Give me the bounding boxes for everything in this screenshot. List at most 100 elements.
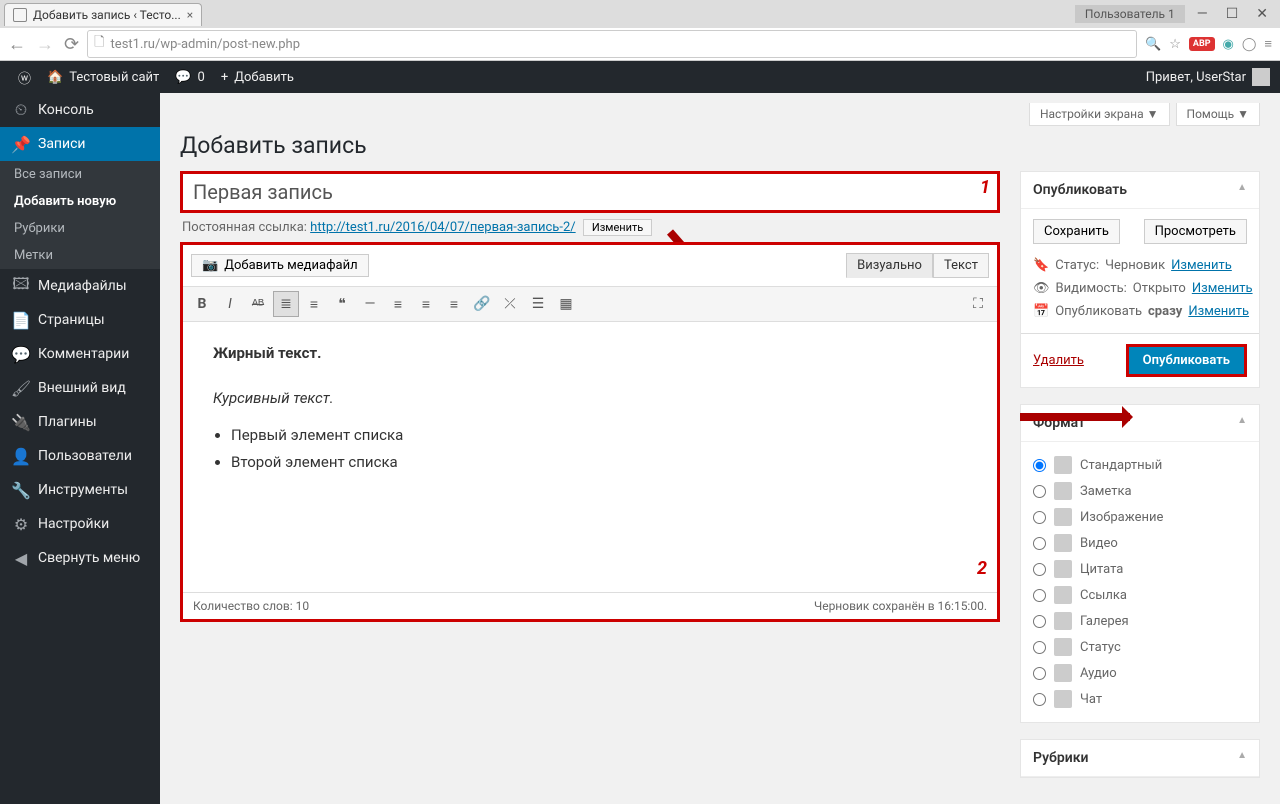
unlink-button[interactable]: ⤫ (497, 291, 523, 317)
reload-icon[interactable]: ⟳ (64, 34, 79, 55)
link-button[interactable]: 🔗 (469, 291, 495, 317)
menu-appearance[interactable]: 🖌Внешний вид (0, 371, 160, 405)
format-radio[interactable] (1033, 615, 1046, 628)
menu-icon[interactable]: ≡ (1264, 36, 1272, 52)
wordpress-icon: ⓦ (18, 68, 31, 87)
profile-icon[interactable]: ◯ (1242, 37, 1257, 52)
avatar[interactable] (1252, 68, 1270, 86)
back-icon[interactable]: ← (8, 34, 26, 55)
browser-tab[interactable]: Добавить запись ‹ Тесто... × (4, 3, 202, 26)
format-icon (1054, 508, 1072, 526)
align-center-button[interactable]: ≡ (413, 291, 439, 317)
minimize-icon[interactable]: — (1197, 6, 1208, 22)
align-right-button[interactable]: ≡ (441, 291, 467, 317)
close-icon[interactable]: × (187, 8, 193, 22)
user-badge[interactable]: Пользователь 1 (1075, 5, 1185, 23)
submenu-tags[interactable]: Метки (0, 242, 160, 269)
site-name-link[interactable]: 🏠Тестовый сайт (39, 70, 167, 85)
edit-schedule-link[interactable]: Изменить (1188, 304, 1249, 319)
format-option-1[interactable]: Заметка (1033, 478, 1247, 504)
format-radio[interactable] (1033, 589, 1046, 602)
menu-dashboard[interactable]: ⏲Консоль (0, 93, 160, 127)
menu-plugins[interactable]: 🔌Плагины (0, 405, 160, 439)
tab-text[interactable]: Текст (933, 253, 989, 278)
menu-settings[interactable]: ⚙Настройки (0, 507, 160, 541)
strike-button[interactable]: ᴬᴮ (245, 291, 271, 317)
submenu-all-posts[interactable]: Все записи (0, 161, 160, 188)
format-icon (1054, 586, 1072, 604)
publish-button[interactable]: Опубликовать (1126, 344, 1247, 377)
menu-comments[interactable]: 💬Комментарии (0, 337, 160, 371)
format-radio[interactable] (1033, 459, 1046, 472)
submenu-add-new[interactable]: Добавить новую (0, 188, 160, 215)
quote-button[interactable]: ❝ (329, 291, 355, 317)
menu-tools[interactable]: 🔧Инструменты (0, 473, 160, 507)
format-radio[interactable] (1033, 563, 1046, 576)
tools-icon: 🔧 (12, 481, 30, 499)
star-icon[interactable]: ☆ (1169, 37, 1181, 52)
comments-link[interactable]: 💬0 (167, 70, 213, 85)
edit-visibility-link[interactable]: Изменить (1192, 281, 1253, 296)
preview-button[interactable]: Просмотреть (1144, 219, 1247, 244)
close-window-icon[interactable]: ✕ (1256, 6, 1268, 22)
menu-media[interactable]: 🖾Медиафайлы (0, 269, 160, 303)
editor-content[interactable]: Жирный текст. Курсивный текст. Первый эл… (183, 322, 997, 592)
tab-visual[interactable]: Визуально (846, 253, 933, 278)
bold-button[interactable]: B (189, 291, 215, 317)
help-button[interactable]: Помощь ▼ (1176, 103, 1260, 126)
forward-icon[interactable]: → (36, 34, 54, 55)
align-left-button[interactable]: ≡ (385, 291, 411, 317)
chevron-up-icon[interactable]: ▲ (1237, 415, 1247, 431)
greeting[interactable]: Привет, UserStar (1146, 70, 1246, 85)
wp-logo[interactable]: ⓦ (10, 68, 39, 87)
zoom-icon[interactable]: 🔍 (1145, 37, 1161, 52)
format-radio[interactable] (1033, 485, 1046, 498)
delete-link[interactable]: Удалить (1033, 353, 1084, 368)
wp-adminbar: ⓦ 🏠Тестовый сайт 💬0 +Добавить Привет, Us… (0, 61, 1280, 93)
menu-users[interactable]: 👤Пользователи (0, 439, 160, 473)
format-radio[interactable] (1033, 667, 1046, 680)
menu-pages[interactable]: 📄Страницы (0, 303, 160, 337)
menu-collapse[interactable]: ◀Свернуть меню (0, 541, 160, 575)
format-radio[interactable] (1033, 511, 1046, 524)
more-button[interactable]: ☰ (525, 291, 551, 317)
abp-icon[interactable]: ABP (1189, 37, 1215, 51)
word-count: Количество слов: 10 (193, 599, 309, 613)
format-option-5[interactable]: Ссылка (1033, 582, 1247, 608)
format-option-0[interactable]: Стандартный (1033, 452, 1247, 478)
add-media-button[interactable]: 📷Добавить медиафайл (191, 254, 369, 277)
maximize-icon[interactable]: ☐ (1226, 6, 1239, 22)
format-radio[interactable] (1033, 537, 1046, 550)
page-icon (13, 8, 27, 22)
format-option-6[interactable]: Галерея (1033, 608, 1247, 634)
chevron-up-icon[interactable]: ▲ (1237, 182, 1247, 198)
edit-status-link[interactable]: Изменить (1171, 258, 1232, 273)
add-new-link[interactable]: +Добавить (213, 70, 302, 85)
format-option-4[interactable]: Цитата (1033, 556, 1247, 582)
format-radio[interactable] (1033, 641, 1046, 654)
format-option-9[interactable]: Чат (1033, 686, 1247, 712)
chevron-up-icon[interactable]: ▲ (1237, 750, 1247, 766)
fullscreen-button[interactable]: ⛶ (965, 291, 991, 317)
format-radio[interactable] (1033, 693, 1046, 706)
italic-button[interactable]: I (217, 291, 243, 317)
format-option-3[interactable]: Видео (1033, 530, 1247, 556)
submenu-categories[interactable]: Рубрики (0, 215, 160, 242)
format-option-8[interactable]: Аудио (1033, 660, 1247, 686)
post-title-input[interactable] (180, 171, 1000, 213)
screen-options-button[interactable]: Настройки экрана ▼ (1029, 103, 1170, 126)
permalink-link[interactable]: http://test1.ru/2016/04/07/первая-запись… (310, 220, 575, 235)
format-option-7[interactable]: Статус (1033, 634, 1247, 660)
hr-button[interactable]: — (357, 291, 383, 317)
ol-button[interactable]: ≡ (301, 291, 327, 317)
media-icon: 🖾 (12, 277, 30, 295)
menu-posts[interactable]: 📌Записи (0, 127, 160, 161)
format-option-2[interactable]: Изображение (1033, 504, 1247, 530)
ul-button[interactable]: ≣ (273, 291, 299, 317)
camera-icon: 📷 (202, 258, 218, 273)
save-draft-button[interactable]: Сохранить (1033, 219, 1120, 244)
toolbar-toggle-button[interactable]: ▦ (553, 291, 579, 317)
url-input[interactable]: 🗋 test1.ru/wp-admin/post-new.php (87, 30, 1137, 58)
edit-permalink-button[interactable]: Изменить (583, 219, 652, 236)
sync-icon[interactable]: ◉ (1223, 37, 1234, 52)
